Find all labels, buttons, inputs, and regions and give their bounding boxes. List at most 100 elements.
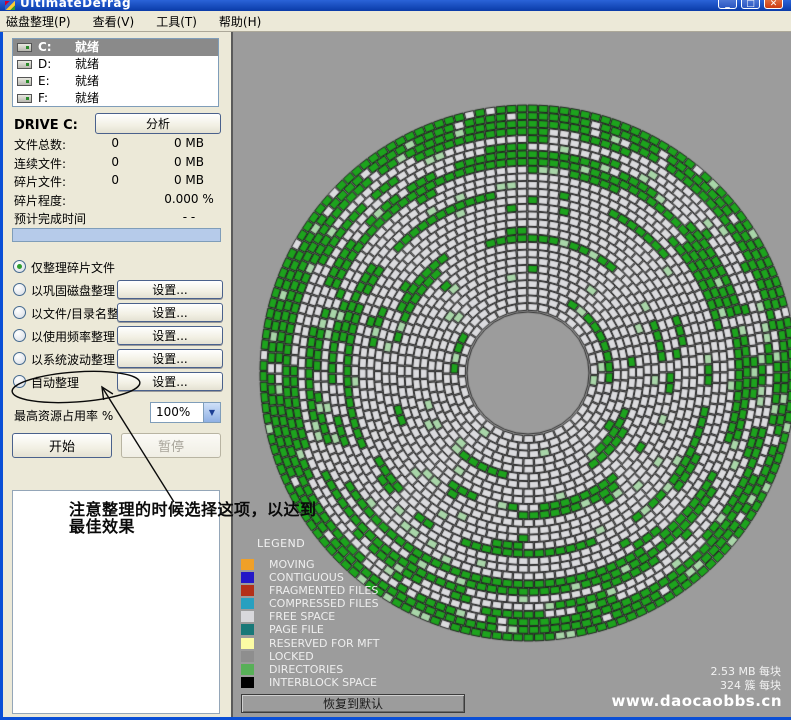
radio-button[interactable] <box>13 283 26 296</box>
restore-default-button[interactable]: 恢复到默认 <box>241 694 465 713</box>
annotation-line2: 最佳效果 <box>69 518 317 535</box>
cluster-size-info: 324 簇 每块 <box>720 677 781 693</box>
legend-label: FRAGMENTED FILES <box>269 584 378 597</box>
annotation-line1: 注意整理的时候选择这项，以达到 <box>69 501 317 518</box>
menu-item-3[interactable]: 帮助(H) <box>219 13 261 30</box>
stat-label: 文件总数: <box>14 136 66 153</box>
stat-size: - - <box>154 210 224 224</box>
method-label: 以巩固磁盘整理 <box>31 282 115 299</box>
website-watermark: www.daocaobbs.cn <box>612 692 782 710</box>
settings-button[interactable]: 设置... <box>117 372 223 391</box>
legend-label: MOVING <box>269 558 314 571</box>
stat-row: 连续文件: 0 0 MB <box>14 155 221 174</box>
resource-usage-value: 100% <box>156 405 190 419</box>
menu-item-1[interactable]: 查看(V) <box>93 13 135 30</box>
pause-button: 暂停 <box>121 433 221 458</box>
resource-usage-label: 最高资源占用率 % <box>14 407 113 424</box>
method-row: 以文件/目录名整理设置... <box>3 303 228 326</box>
method-label: 以系统波动整理 <box>31 351 115 368</box>
legend-label: FREE SPACE <box>269 610 335 623</box>
radio-button[interactable] <box>13 329 26 342</box>
stat-count: 0 <box>89 155 119 169</box>
menu-item-0[interactable]: 磁盘整理(P) <box>6 13 71 30</box>
drive-row[interactable]: C: 就绪 <box>13 39 218 56</box>
method-label: 仅整理碎片文件 <box>31 259 115 276</box>
radio-button[interactable] <box>13 306 26 319</box>
minimize-icon[interactable]: _ <box>718 0 737 9</box>
drive-status: 就绪 <box>75 56 99 73</box>
stat-size: 0 MB <box>154 155 224 169</box>
method-row: 以使用频率整理设置... <box>3 326 228 349</box>
legend-title: LEGEND <box>257 537 305 550</box>
stat-row: 碎片程度: 0.000 % <box>14 192 221 211</box>
menu-item-2[interactable]: 工具(T) <box>156 13 197 30</box>
settings-button[interactable]: 设置... <box>117 349 223 368</box>
window-title: UltimateDefrag <box>20 0 131 10</box>
drive-stats: 文件总数:00 MB连续文件:00 MB碎片文件:00 MB碎片程度:0.000… <box>14 136 221 229</box>
drive-status: 就绪 <box>75 90 99 107</box>
legend-swatch-icon <box>241 611 254 622</box>
legend-swatch-icon <box>241 559 254 570</box>
stat-size: 0.000 % <box>154 192 224 206</box>
drive-icon <box>17 43 32 52</box>
app-icon <box>5 1 15 10</box>
drive-row[interactable]: D: 就绪 <box>13 56 218 73</box>
drive-name: C: <box>38 39 52 56</box>
drive-row[interactable]: E: 就绪 <box>13 73 218 90</box>
defrag-method-options: 仅整理碎片文件以巩固磁盘整理设置...以文件/目录名整理设置...以使用频率整理… <box>3 257 228 395</box>
title-bar: UltimateDefrag _ □ ✕ <box>0 0 791 11</box>
disk-map-panel: LEGEND MOVINGCONTIGUOUSFRAGMENTED FILESC… <box>231 29 791 717</box>
drive-row[interactable]: F: 就绪 <box>13 90 218 107</box>
legend-label: CONTIGUOUS <box>269 571 344 584</box>
stat-row: 文件总数:00 MB <box>14 136 221 155</box>
radio-button[interactable] <box>13 375 26 388</box>
drive-label: DRIVE C: <box>14 118 78 133</box>
legend-swatch-icon <box>241 638 254 649</box>
method-label: 自动整理 <box>31 374 79 391</box>
stat-label: 连续文件: <box>14 155 66 172</box>
resource-usage-combobox[interactable]: 100% ▼ <box>150 402 221 423</box>
stat-count: 0 <box>89 136 119 150</box>
drive-status: 就绪 <box>75 73 99 90</box>
settings-button[interactable]: 设置... <box>117 280 223 299</box>
chevron-down-icon[interactable]: ▼ <box>203 403 220 422</box>
method-row: 自动整理 设置... <box>3 372 228 395</box>
legend-swatch-icon <box>241 677 254 688</box>
drive-icon <box>17 94 32 103</box>
method-label: 以使用频率整理 <box>31 328 115 345</box>
stat-label: 碎片程度: <box>14 192 66 209</box>
legend-swatch-icon <box>241 624 254 635</box>
drive-status: 就绪 <box>75 39 99 56</box>
method-row: 以巩固磁盘整理设置... <box>3 280 228 303</box>
legend-swatch-icon <box>241 598 254 609</box>
analyze-button[interactable]: 分析 <box>95 113 221 134</box>
drive-name: E: <box>38 73 50 90</box>
drive-name: F: <box>38 90 48 107</box>
legend-swatch-icon <box>241 664 254 675</box>
drive-name: D: <box>38 56 51 73</box>
stat-size: 0 MB <box>154 173 224 187</box>
radio-button[interactable] <box>13 352 26 365</box>
annotation-text: 注意整理的时候选择这项，以达到 最佳效果 <box>69 501 317 535</box>
method-row: 以系统波动整理设置... <box>3 349 228 372</box>
radio-button[interactable] <box>13 260 26 273</box>
settings-button[interactable]: 设置... <box>117 326 223 345</box>
stat-row: 预计完成时间 - - <box>14 210 221 229</box>
legend-label: LOCKED <box>269 650 314 663</box>
stat-label: 预计完成时间 <box>14 210 86 227</box>
close-icon[interactable]: ✕ <box>764 0 783 9</box>
drive-list: C: 就绪 D: 就绪 E: 就绪 F: 就绪 <box>12 38 219 107</box>
legend-label: RESERVED FOR MFT <box>269 637 379 650</box>
legend-label: DIRECTORIES <box>269 663 343 676</box>
legend-label: INTERBLOCK SPACE <box>269 676 377 689</box>
start-button[interactable]: 开始 <box>12 433 112 458</box>
stat-count: 0 <box>89 173 119 187</box>
drive-icon <box>17 77 32 86</box>
maximize-icon[interactable]: □ <box>741 0 760 9</box>
method-row: 仅整理碎片文件 <box>3 257 228 280</box>
menu-bar: 磁盘整理(P) 查看(V) 工具(T) 帮助(H) <box>0 11 791 32</box>
control-panel: C:就绪D:就绪E:就绪F:就绪 DRIVE C: 分析 文件总数:00 MB连… <box>3 29 228 717</box>
legend-label: PAGE FILE <box>269 623 324 636</box>
settings-button[interactable]: 设置... <box>117 303 223 322</box>
legend-swatch-icon <box>241 585 254 596</box>
